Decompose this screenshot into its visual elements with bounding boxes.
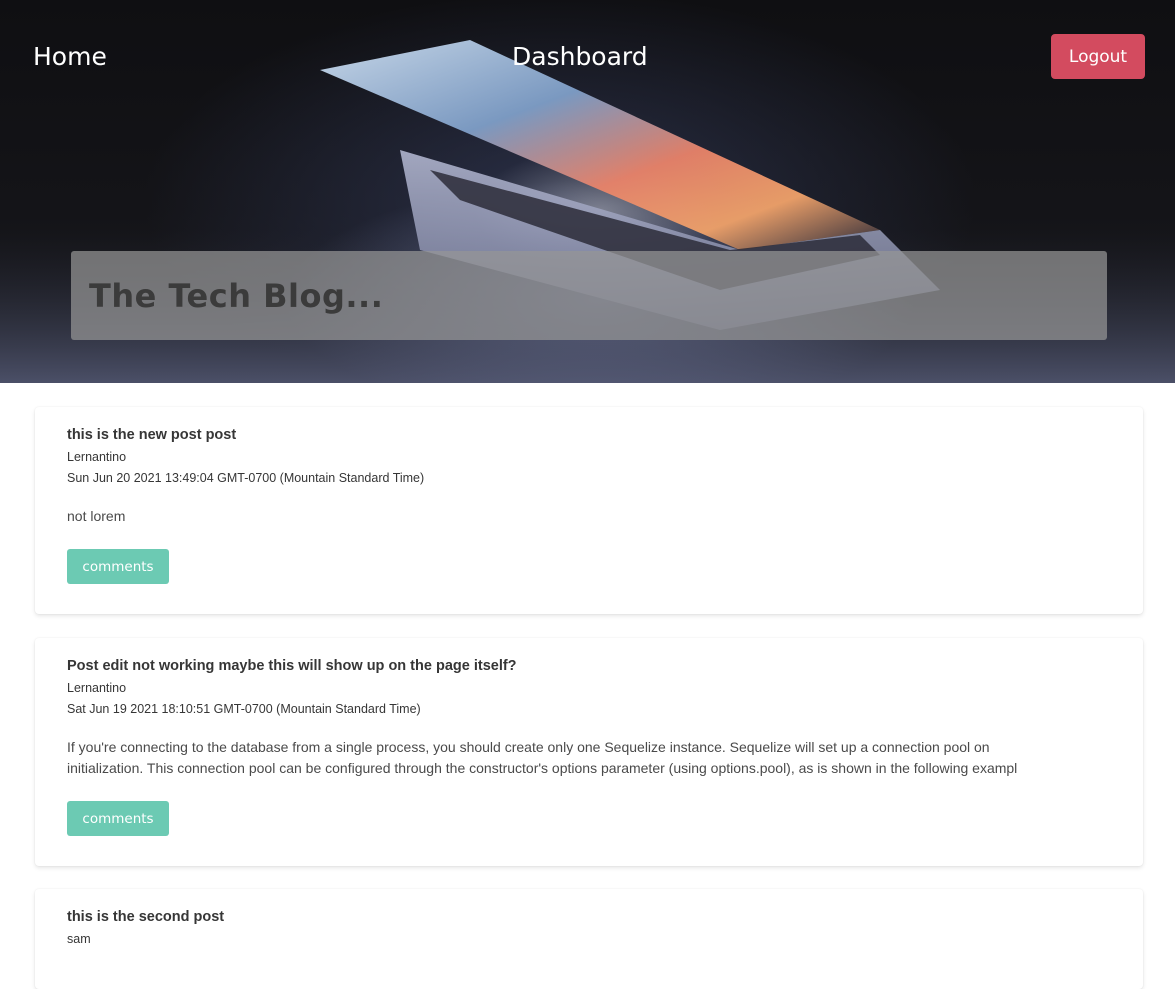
nav-dashboard-link[interactable]: Dashboard bbox=[512, 42, 648, 71]
post-card: this is the new post post Lernantino Sun… bbox=[35, 407, 1143, 614]
comments-button[interactable]: comments bbox=[67, 549, 169, 584]
nav-home-link[interactable]: Home bbox=[33, 42, 107, 71]
post-card: Post edit not working maybe this will sh… bbox=[35, 638, 1143, 866]
comments-button[interactable]: comments bbox=[67, 801, 169, 836]
post-card: this is the second post sam bbox=[35, 889, 1143, 989]
post-title[interactable]: this is the second post bbox=[67, 909, 1111, 925]
blog-title: The Tech Blog... bbox=[89, 277, 384, 315]
post-title[interactable]: Post edit not working maybe this will sh… bbox=[67, 658, 1111, 674]
post-body-line: initialization. This connection pool can… bbox=[67, 760, 1018, 776]
post-body: If you're connecting to the database fro… bbox=[67, 737, 1111, 779]
post-body: not lorem bbox=[67, 506, 1111, 527]
post-author: Lernantino bbox=[67, 681, 127, 695]
post-body-line: If you're connecting to the database fro… bbox=[67, 739, 990, 755]
post-author: sam bbox=[67, 932, 91, 946]
post-author: Lernantino bbox=[67, 450, 127, 464]
post-date: Sat Jun 19 2021 18:10:51 GMT-0700 (Mount… bbox=[67, 702, 421, 716]
post-date: Sun Jun 20 2021 13:49:04 GMT-0700 (Mount… bbox=[67, 471, 425, 485]
post-title[interactable]: this is the new post post bbox=[67, 427, 1111, 443]
logout-button[interactable]: Logout bbox=[1051, 34, 1145, 79]
post-body-line: not lorem bbox=[67, 508, 126, 524]
blog-title-box: The Tech Blog... bbox=[71, 251, 1107, 340]
hero-banner: Home Dashboard Logout The Tech Blog... bbox=[0, 0, 1175, 383]
